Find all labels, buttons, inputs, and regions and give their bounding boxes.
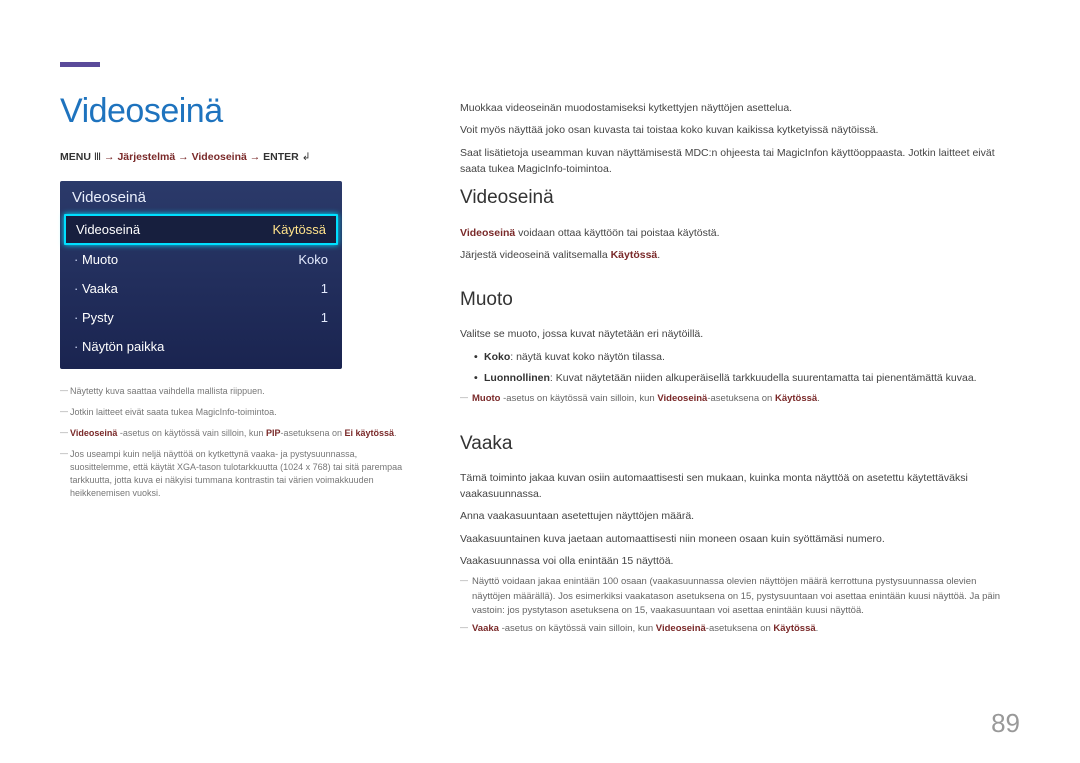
page-number: 89 — [991, 708, 1020, 739]
osd-row-nayton-paikka[interactable]: Näytön paikka — [60, 332, 342, 361]
accent-keyline — [60, 62, 100, 67]
keyword: Videoseinä — [460, 227, 515, 239]
footnote: Jotkin laitteet eivät saata tukea MagicI… — [60, 406, 420, 419]
menu-path: MENU Ⅲ → Järjestelmä → Videoseinä → ENTE… — [60, 151, 420, 163]
arrow-icon: → — [104, 151, 117, 163]
right-column: Muokkaa videoseinän muodostamiseksi kytk… — [460, 60, 1010, 636]
arrow-icon: → — [178, 151, 191, 163]
section-text: Vaakasuunnassa voi olla enintään 15 näyt… — [460, 553, 1010, 569]
section-text: Valitse se muoto, jossa kuvat näytetään … — [460, 326, 1010, 342]
keyword: Videoseinä — [656, 623, 706, 634]
osd-title: Videoseinä — [60, 181, 342, 214]
path-seg-2: Videoseinä — [192, 151, 247, 163]
osd-row-label: Vaaka — [74, 281, 118, 296]
page-title: Videoseinä — [60, 92, 420, 131]
keyword: Vaaka — [472, 623, 499, 634]
left-column: Videoseinä MENU Ⅲ → Järjestelmä → Videos… — [60, 60, 420, 636]
list-item: Luonnollinen: Kuvat näytetään niiden alk… — [474, 370, 1010, 386]
footnote-keyword: Ei käytössä — [345, 428, 395, 438]
footnote: Näytetty kuva saattaa vaihdella mallista… — [60, 385, 420, 398]
enter-label: ENTER — [263, 151, 299, 163]
bullet-list: Koko: näytä kuvat koko näytön tilassa. L… — [474, 349, 1010, 387]
osd-row-label: Muoto — [74, 252, 118, 267]
footnote: Jos useampi kuin neljä näyttöä on kytket… — [60, 448, 420, 500]
page: Videoseinä MENU Ⅲ → Järjestelmä → Videos… — [0, 0, 1080, 666]
osd-selected-label: Videoseinä — [76, 222, 140, 237]
osd-selected-value: Käytössä — [273, 222, 326, 237]
osd-row-pysty[interactable]: Pysty 1 — [60, 303, 342, 332]
osd-row-value: 1 — [321, 310, 328, 325]
menu-icon: Ⅲ — [94, 151, 101, 163]
footnote-keyword: Videoseinä — [70, 428, 117, 438]
section-text: Tämä toiminto jakaa kuvan osiin automaat… — [460, 470, 1010, 503]
left-footnotes: Näytetty kuva saattaa vaihdella mallista… — [60, 385, 420, 500]
footnote: Näyttö voidaan jakaa enintään 100 osaan … — [460, 575, 1010, 618]
osd-row-label: Pysty — [74, 310, 114, 325]
osd-panel: Videoseinä Videoseinä Käytössä Muoto Kok… — [60, 181, 342, 369]
intro-text: Saat lisätietoja useamman kuvan näyttämi… — [460, 145, 1010, 178]
osd-selected-row[interactable]: Videoseinä Käytössä — [64, 214, 338, 245]
section-text: Järjestä videoseinä valitsemalla Käytöss… — [460, 247, 1010, 263]
keyword: Videoseinä — [657, 393, 707, 404]
footnote-keyword: PIP — [266, 428, 281, 438]
osd-row-value: Koko — [298, 252, 328, 267]
menu-label: MENU — [60, 151, 91, 163]
arrow-icon: → — [250, 151, 263, 163]
osd-row-vaaka[interactable]: Vaaka 1 — [60, 274, 342, 303]
intro-text: Voit myös näyttää joko osan kuvasta tai … — [460, 122, 1010, 138]
keyword: Käytössä — [775, 393, 817, 404]
section-text: Videoseinä voidaan ottaa käyttöön tai po… — [460, 225, 1010, 241]
section-heading-vaaka: Vaaka — [460, 429, 1010, 458]
keyword: Käytössä — [773, 623, 815, 634]
footnote: Videoseinä -asetus on käytössä vain sill… — [60, 427, 420, 440]
keyword: Luonnollinen — [484, 372, 550, 384]
footnote: Muoto -asetus on käytössä vain silloin, … — [460, 392, 1010, 406]
section-heading-videoseina: Videoseinä — [460, 183, 1010, 212]
keyword: Muoto — [472, 393, 501, 404]
section-text: Vaakasuuntainen kuva jaetaan automaattis… — [460, 531, 1010, 547]
enter-icon: ↲ — [302, 151, 311, 163]
intro-text: Muokkaa videoseinän muodostamiseksi kytk… — [460, 100, 1010, 116]
osd-row-value: 1 — [321, 281, 328, 296]
path-seg-1: Järjestelmä — [117, 151, 175, 163]
footnote: Vaaka -asetus on käytössä vain silloin, … — [460, 622, 1010, 636]
osd-row-label: Näytön paikka — [74, 339, 164, 354]
osd-row-muoto[interactable]: Muoto Koko — [60, 245, 342, 274]
section-text: Anna vaakasuuntaan asetettujen näyttöjen… — [460, 508, 1010, 524]
list-item: Koko: näytä kuvat koko näytön tilassa. — [474, 349, 1010, 365]
keyword: Koko — [484, 351, 510, 363]
keyword: Käytössä — [611, 249, 658, 261]
section-heading-muoto: Muoto — [460, 285, 1010, 314]
